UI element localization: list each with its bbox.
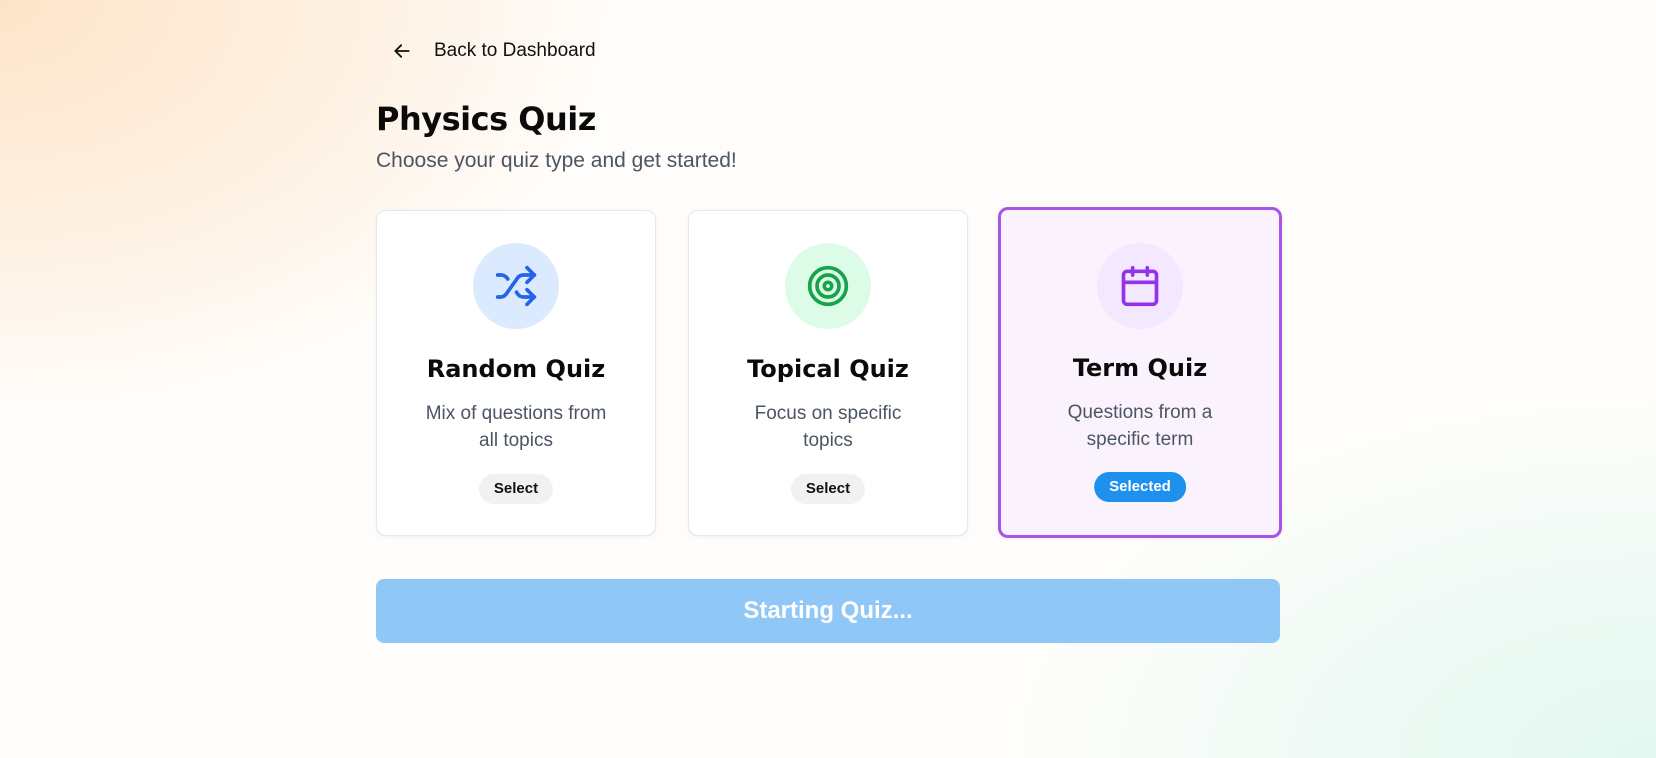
topical-quiz-desc-line-1: Focus on specific <box>754 403 902 424</box>
topical-quiz-select-badge[interactable]: Select <box>790 474 866 504</box>
calendar-icon <box>1118 264 1162 308</box>
random-quiz-desc-line-1: Mix of questions from <box>425 403 607 424</box>
topical-quiz-title: Topical Quiz <box>747 355 909 383</box>
topical-quiz-desc-line-2: topics <box>803 430 853 451</box>
shuffle-icon <box>494 264 538 308</box>
term-quiz-description: Questions from a specific term <box>1041 399 1239 453</box>
term-quiz-desc-line-2: specific term <box>1086 429 1194 450</box>
quiz-type-options: Random Quiz Mix of questions from all to… <box>376 207 1282 538</box>
random-quiz-description: Mix of questions from all topics <box>417 400 615 454</box>
arrow-left-icon <box>392 41 412 61</box>
topical-quiz-description: Focus on specific topics <box>729 400 927 454</box>
back-label: Back to Dashboard <box>434 40 596 61</box>
random-quiz-title: Random Quiz <box>426 355 606 383</box>
random-quiz-select-badge[interactable]: Select <box>478 474 554 504</box>
random-quiz-card[interactable]: Random Quiz Mix of questions from all to… <box>376 210 656 536</box>
target-icon <box>806 264 850 308</box>
random-quiz-icon-circle <box>473 243 559 329</box>
page-title: Physics Quiz <box>376 100 596 138</box>
term-quiz-card[interactable]: Term Quiz Questions from a specific term… <box>998 207 1282 538</box>
topical-quiz-card[interactable]: Topical Quiz Focus on specific topics Se… <box>688 210 968 536</box>
term-quiz-selected-badge[interactable]: Selected <box>1094 472 1186 502</box>
topical-quiz-icon-circle <box>785 243 871 329</box>
start-quiz-button[interactable]: Starting Quiz... <box>376 579 1280 643</box>
back-to-dashboard-link[interactable]: Back to Dashboard <box>392 34 596 68</box>
term-quiz-title: Term Quiz <box>1072 354 1208 382</box>
term-quiz-desc-line-1: Questions from a <box>1067 402 1213 423</box>
page-subtitle: Choose your quiz type and get started! <box>376 149 737 172</box>
term-quiz-icon-circle <box>1097 243 1183 329</box>
random-quiz-desc-line-2: all topics <box>479 430 553 451</box>
